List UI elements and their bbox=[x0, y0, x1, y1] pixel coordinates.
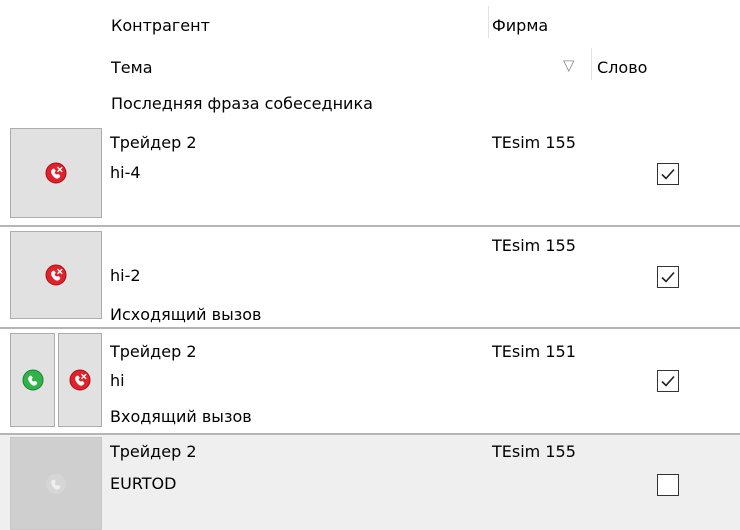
cell-firm: TEsim 155 bbox=[492, 442, 576, 461]
cell-firm: TEsim 155 bbox=[492, 133, 576, 152]
cell-topic: hi bbox=[110, 371, 125, 390]
table-row[interactable]: Трейдер 2 TEsim 155 hi-4 bbox=[0, 126, 740, 225]
cell-contragent: Трейдер 2 bbox=[110, 442, 197, 461]
table-row[interactable]: Трейдер 2 TEsim 151 hi Входящий вызов bbox=[0, 329, 740, 433]
checkmark-icon bbox=[661, 271, 675, 283]
cell-topic: EURTOD bbox=[110, 474, 177, 493]
cell-topic: hi-2 bbox=[110, 266, 141, 285]
answer-icon bbox=[22, 369, 44, 391]
cell-last-phrase: Исходящий вызов bbox=[110, 305, 262, 324]
column-header-topic[interactable]: Тема bbox=[111, 58, 153, 78]
word-checkbox[interactable] bbox=[657, 266, 679, 288]
hangup-icon bbox=[45, 264, 67, 286]
hangup-button[interactable] bbox=[10, 231, 102, 319]
hangup-button[interactable] bbox=[58, 333, 102, 427]
column-header-contragent[interactable]: Контрагент bbox=[111, 16, 210, 36]
word-checkbox[interactable] bbox=[657, 474, 679, 496]
hangup-icon bbox=[69, 369, 91, 391]
sort-indicator-icon: ▽ bbox=[563, 56, 575, 74]
hangup-icon bbox=[45, 162, 67, 184]
header-divider bbox=[488, 6, 489, 38]
call-button-disabled[interactable] bbox=[10, 437, 102, 530]
cell-contragent: Трейдер 2 bbox=[110, 342, 197, 361]
column-header-firm[interactable]: Фирма bbox=[492, 16, 548, 36]
cell-firm: TEsim 151 bbox=[492, 342, 576, 361]
cell-firm: TEsim 155 bbox=[492, 236, 576, 255]
column-header-word[interactable]: Слово bbox=[597, 58, 647, 78]
cell-contragent: Трейдер 2 bbox=[110, 133, 197, 152]
column-header-last-phrase[interactable]: Последняя фраза собеседника bbox=[111, 94, 373, 114]
phone-disabled-icon bbox=[45, 473, 67, 495]
answer-button[interactable] bbox=[10, 333, 55, 427]
hangup-button[interactable] bbox=[10, 128, 102, 218]
word-checkbox[interactable] bbox=[657, 163, 679, 185]
header-divider bbox=[591, 48, 592, 80]
cell-topic: hi-4 bbox=[110, 163, 141, 182]
table-row-selected[interactable]: Трейдер 2 TEsim 155 EURTOD bbox=[0, 435, 740, 530]
grid-header: Контрагент Фирма Тема ▽ Слово Последняя … bbox=[0, 0, 740, 126]
word-checkbox[interactable] bbox=[657, 370, 679, 392]
table-row[interactable]: TEsim 155 hi-2 Исходящий вызов bbox=[0, 227, 740, 327]
checkmark-icon bbox=[661, 375, 675, 387]
cell-last-phrase: Входящий вызов bbox=[110, 407, 252, 426]
checkmark-icon bbox=[661, 168, 675, 180]
